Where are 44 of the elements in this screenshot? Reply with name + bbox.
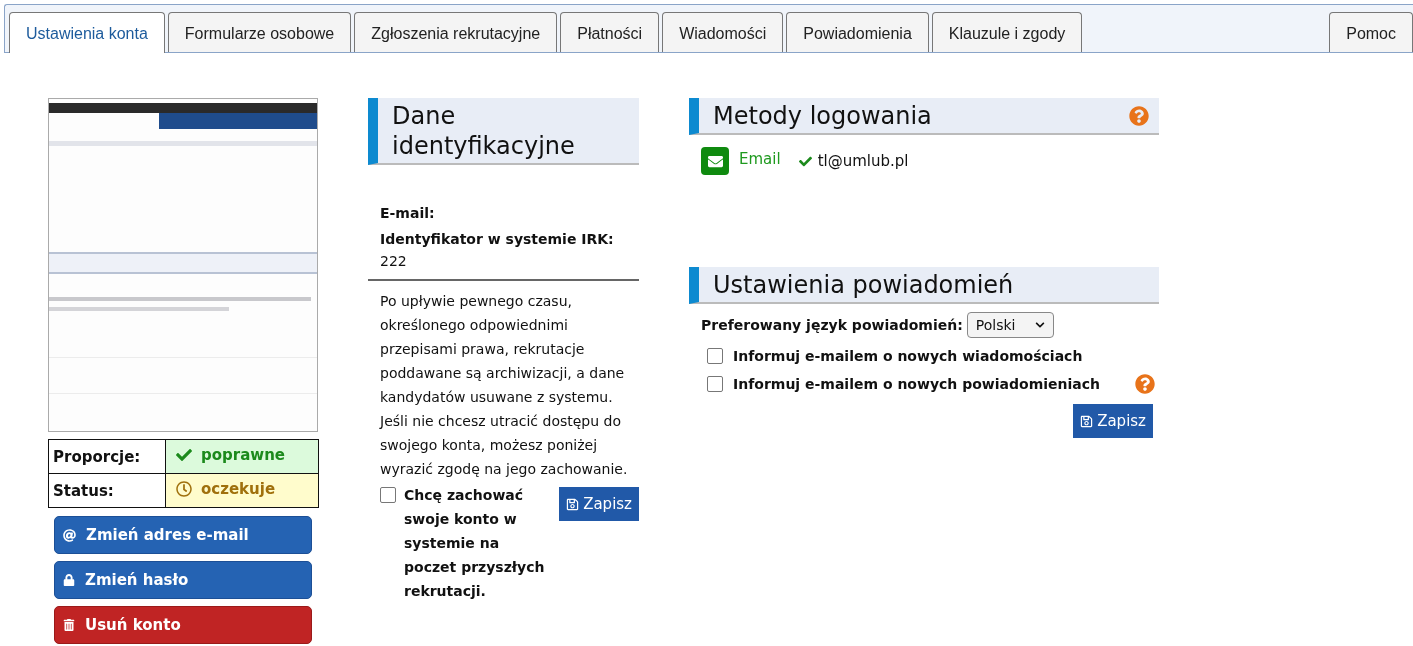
tab[interactable]: Powiadomienia <box>786 12 929 52</box>
save-button[interactable]: Zapisz <box>559 487 639 521</box>
chevron-down-icon <box>1035 320 1046 330</box>
field-label: E-mail: <box>379 205 436 221</box>
checkbox[interactable] <box>707 376 723 392</box>
checkbox[interactable] <box>707 348 723 364</box>
help-icon[interactable] <box>1135 374 1155 394</box>
field-label: Identyfikator w systemie IRK: <box>379 231 615 247</box>
account-button[interactable]: Zmień adres e-mail <box>54 516 312 554</box>
status-value: poprawne <box>165 439 319 474</box>
keep-account-checkbox[interactable] <box>380 487 396 503</box>
account-button[interactable]: Zmień hasło <box>54 561 312 599</box>
method-label: Email <box>739 150 781 168</box>
tab[interactable]: Formularze osobowe <box>167 12 352 52</box>
at-icon <box>63 528 76 542</box>
section-heading: Ustawienia powiadomień <box>689 267 1159 304</box>
clock-icon <box>176 481 192 497</box>
option-label: Informuj e-mailem o nowych powiadomieniach <box>733 376 1101 392</box>
tab[interactable]: Płatności <box>560 12 660 52</box>
language-label: Preferowany język powiadomień: <box>701 317 963 333</box>
section-heading: Dane identyfikacyjne <box>368 98 639 165</box>
tab[interactable]: Ustawienia konta <box>9 12 165 53</box>
status-value: oczekuje <box>165 473 319 508</box>
help-tab[interactable]: Pomoc <box>1329 12 1413 52</box>
tab[interactable]: Wiadomości <box>662 12 784 52</box>
option-label: Informuj e-mailem o nowych wiadomościach <box>733 348 1084 364</box>
status-label: Status: <box>48 473 166 508</box>
lock-icon <box>63 574 75 586</box>
language-select[interactable]: Polski <box>966 312 1055 338</box>
status-label: Proporcje: <box>48 439 166 474</box>
section-heading: Metody logowania <box>689 98 1159 135</box>
save-button[interactable]: Zapisz <box>1073 404 1153 438</box>
method-value: tl@umlub.pl <box>798 152 909 170</box>
help-icon[interactable] <box>1129 106 1149 126</box>
archive-notice: Po upływie pewnego czasu, określonego odpowiednimi przepisami prawa, rekrutacje poddawane są archiwizacji, a dane kandydatów usuwane z systemu. Jeśli nie chcesz utracić dostępu do swojego konta, możesz poniżej wyrazić zgodę na jego zachowanie. <box>378 292 629 479</box>
tab[interactable]: Zgłoszenia rekrutacyjne <box>354 12 558 52</box>
trash-icon <box>63 619 75 631</box>
check-icon <box>176 447 192 463</box>
tab[interactable]: Klauzule i zgody <box>931 12 1083 52</box>
check-icon <box>798 154 812 168</box>
account-button[interactable]: Usuń konto <box>54 606 312 644</box>
envelope-icon <box>701 147 729 175</box>
field-value: 222 <box>379 253 408 269</box>
keep-account-label: Chcę zachować swoje konto w systemie na poczet przyszłych rekrutacji. <box>404 486 546 601</box>
